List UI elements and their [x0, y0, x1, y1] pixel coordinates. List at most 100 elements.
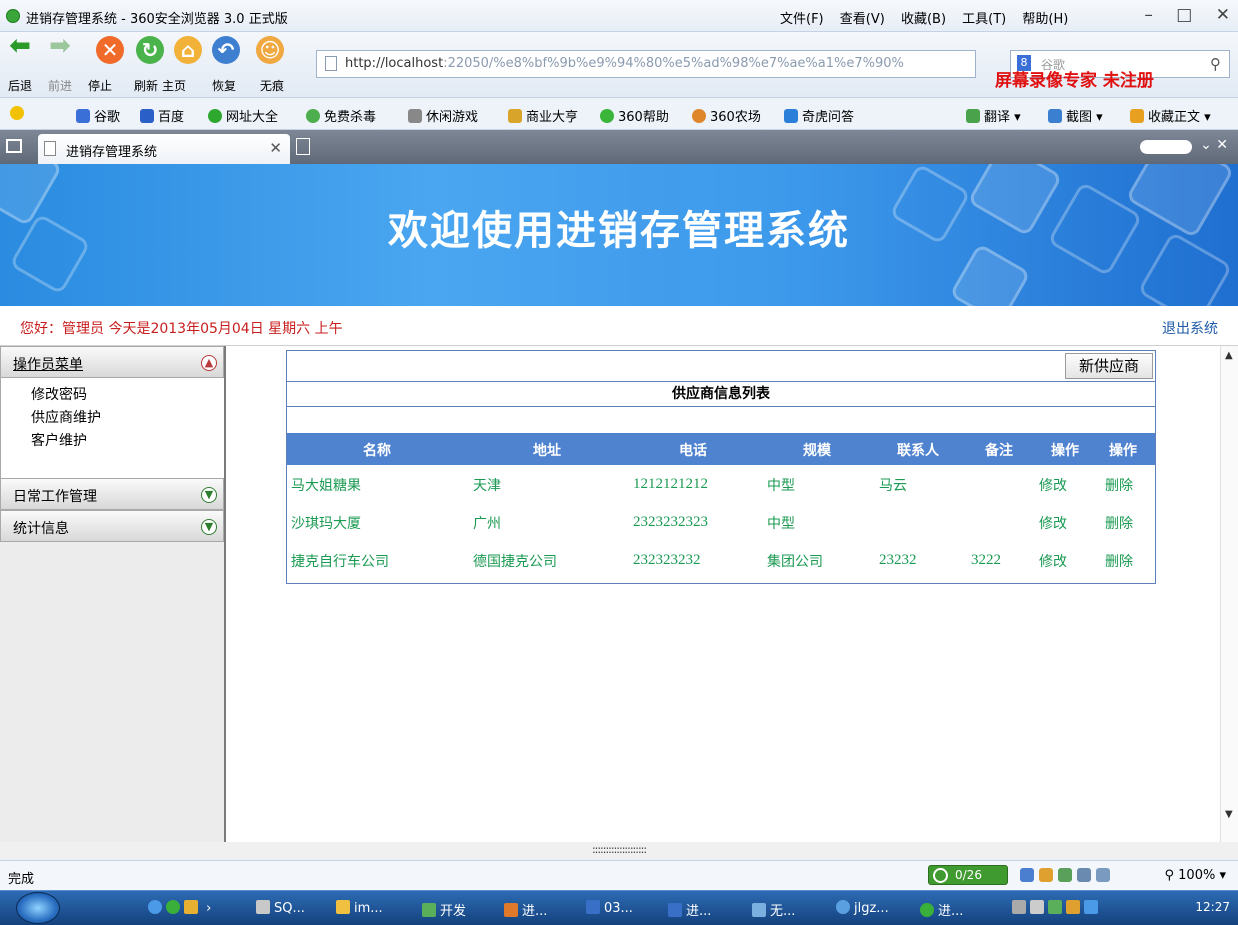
- menu-help[interactable]: 帮助(H): [1022, 12, 1068, 27]
- new-supplier-button[interactable]: 新供应商: [1065, 353, 1153, 379]
- fav-360-farm[interactable]: 360农场: [692, 106, 761, 125]
- cell-remark: 3222: [971, 552, 1001, 568]
- search-icon[interactable]: ⚲: [1210, 55, 1221, 73]
- delete-link[interactable]: 删除: [1105, 513, 1133, 533]
- download-icon[interactable]: [1020, 868, 1034, 882]
- cell-scale: 中型: [767, 478, 795, 494]
- status-text: 完成: [8, 872, 35, 887]
- fav-antivirus[interactable]: 免费杀毒: [306, 106, 376, 125]
- sidebar-item-customer-maintenance[interactable]: 客户维护: [1, 430, 224, 453]
- page-tools-icon[interactable]: [1058, 868, 1072, 882]
- section-title: 统计信息: [13, 521, 69, 537]
- status-bar: 完成 0/26 ⚲ 100% ▾: [0, 860, 1238, 890]
- address-bar[interactable]: http://localhost:22050/%e8%bf%9b%e9%94%8…: [316, 50, 976, 78]
- window-icon[interactable]: [1077, 868, 1091, 882]
- tab-search-pill[interactable]: [1140, 140, 1192, 154]
- window-list-icon[interactable]: [6, 139, 22, 153]
- delete-link[interactable]: 删除: [1105, 551, 1133, 571]
- start-button[interactable]: [16, 892, 60, 924]
- minimize-icon[interactable]: –: [1144, 5, 1153, 25]
- taskbar-item-untitled[interactable]: 无...: [752, 900, 795, 919]
- favorites-star-icon[interactable]: [10, 106, 28, 122]
- frame-splitter-handle[interactable]: ::::::::::::::::::::: [0, 842, 1238, 860]
- plugin-icon[interactable]: [1039, 868, 1053, 882]
- windows-taskbar: › SQ... im... 开发 进... 03... 进... 无... jl…: [0, 890, 1238, 925]
- taskbar-item-inventory-browser[interactable]: 进...: [920, 900, 963, 919]
- scroll-down-icon[interactable]: ▼: [1225, 809, 1233, 820]
- tab-inventory-system[interactable]: 进销存管理系统 ✕: [38, 134, 290, 164]
- sidebar-section-daily-work[interactable]: 日常工作管理 ▼: [0, 478, 224, 510]
- quick-launch-icons[interactable]: ›: [148, 900, 211, 916]
- expand-icon[interactable]: ▼: [201, 519, 217, 535]
- taskbar-item-doc-03[interactable]: 03...: [586, 900, 633, 916]
- taskbar-item-sql[interactable]: SQ...: [256, 900, 305, 916]
- tab-menu-icon[interactable]: ⌄ ✕: [1200, 137, 1228, 153]
- supplier-list-panel: 新供应商 供应商信息列表 名称 地址 电话 规模 联系人 备注 操作 操作 马大…: [286, 350, 1156, 584]
- fav-google[interactable]: 谷歌: [76, 106, 120, 125]
- fav-site-directory[interactable]: 网址大全: [208, 106, 278, 125]
- expand-icon[interactable]: ▼: [201, 487, 217, 503]
- zoom-level[interactable]: ⚲ 100% ▾: [1165, 868, 1227, 883]
- col-phone: 电话: [679, 443, 707, 459]
- window-titlebar: 进销存管理系统 - 360安全浏览器 3.0 正式版 文件(F) 查看(V) 收…: [0, 0, 1238, 32]
- incognito-button[interactable]: ☺ 无痕: [256, 36, 284, 93]
- system-tray-icons[interactable]: [1012, 900, 1102, 916]
- taskbar-item-inventory-1[interactable]: 进...: [504, 900, 547, 919]
- taskbar-item-dev[interactable]: 开发: [422, 900, 466, 919]
- new-tab-icon[interactable]: [296, 138, 310, 155]
- tab-close-icon[interactable]: ✕: [269, 139, 282, 157]
- fav-casual-games[interactable]: 休闲游戏: [408, 106, 478, 125]
- edit-link[interactable]: 修改: [1039, 551, 1067, 571]
- home-button[interactable]: ⌂ 主页: [162, 36, 202, 93]
- sidebar-menu: 操作员菜单 ▲ 修改密码 供应商维护 客户维护 日常工作管理 ▼ 统计信息 ▼: [0, 346, 226, 842]
- fav-360-help[interactable]: 360帮助: [600, 106, 669, 125]
- window-title: 进销存管理系统 - 360安全浏览器 3.0 正式版: [26, 12, 288, 27]
- save-article-button[interactable]: 收藏正文 ▾: [1130, 106, 1211, 125]
- back-label: 后退: [8, 79, 33, 93]
- sidebar-item-supplier-maintenance[interactable]: 供应商维护: [1, 407, 224, 430]
- fav-business-tycoon[interactable]: 商业大亨: [508, 106, 578, 125]
- system-banner: 欢迎使用进销存管理系统: [0, 164, 1238, 306]
- menu-view[interactable]: 查看(V): [840, 12, 885, 27]
- forward-button[interactable]: ➡ 前进: [46, 31, 74, 93]
- menu-file[interactable]: 文件(F): [780, 12, 824, 27]
- back-arrow-icon: ⬅: [9, 31, 31, 61]
- collapse-icon[interactable]: ▲: [201, 355, 217, 371]
- menu-tools[interactable]: 工具(T): [962, 12, 1006, 27]
- fav-qihoo-qa[interactable]: 奇虎问答: [784, 106, 854, 125]
- col-name: 名称: [363, 443, 391, 459]
- taskbar-item-folder[interactable]: im...: [336, 900, 383, 916]
- stop-button[interactable]: ✕ 停止: [88, 36, 124, 93]
- vertical-scrollbar[interactable]: ▲ ▼: [1220, 346, 1238, 842]
- security-badge[interactable]: 0/26: [928, 865, 1008, 885]
- cell-address: 德国捷克公司: [473, 554, 557, 570]
- edit-link[interactable]: 修改: [1039, 475, 1067, 495]
- back-button[interactable]: ⬅ 后退: [6, 31, 34, 93]
- taskbar-item-inventory-2[interactable]: 进...: [668, 900, 711, 919]
- section-title: 操作员菜单: [13, 357, 83, 373]
- sidebar-item-change-password[interactable]: 修改密码: [1, 384, 224, 407]
- translate-button[interactable]: 翻译 ▾: [966, 106, 1021, 125]
- refresh-label: 刷新: [134, 79, 159, 93]
- forward-arrow-icon: ➡: [49, 31, 71, 61]
- sidebar-section-statistics[interactable]: 统计信息 ▼: [0, 510, 224, 542]
- delete-link[interactable]: 删除: [1105, 475, 1133, 495]
- operator-submenu: 修改密码 供应商维护 客户维护: [0, 378, 224, 478]
- status-tray-icons: [1020, 868, 1115, 886]
- taskbar-item-jlgz[interactable]: jlgz...: [836, 900, 889, 916]
- refresh-button[interactable]: ↻ 刷新: [134, 36, 164, 93]
- menu-bar: 文件(F) 查看(V) 收藏(B) 工具(T) 帮助(H): [780, 8, 1080, 27]
- close-icon[interactable]: ✕: [1216, 5, 1230, 25]
- logout-link[interactable]: 退出系统: [1162, 318, 1218, 338]
- sidebar-section-operator[interactable]: 操作员菜单 ▲: [0, 346, 224, 378]
- scroll-up-icon[interactable]: ▲: [1225, 350, 1233, 361]
- menu-favorites[interactable]: 收藏(B): [901, 12, 946, 27]
- restore-button[interactable]: ↶ 恢复: [212, 36, 240, 93]
- maximize-icon[interactable]: □: [1176, 5, 1192, 25]
- screenshot-button[interactable]: 截图 ▾: [1048, 106, 1103, 125]
- fav-baidu[interactable]: 百度: [140, 106, 184, 125]
- table-row: 沙琪玛大厦 广州 2323232323 中型 修改 删除: [287, 503, 1155, 541]
- edit-link[interactable]: 修改: [1039, 513, 1067, 533]
- sound-icon[interactable]: [1096, 868, 1110, 882]
- cell-phone: 2323232323: [633, 514, 708, 530]
